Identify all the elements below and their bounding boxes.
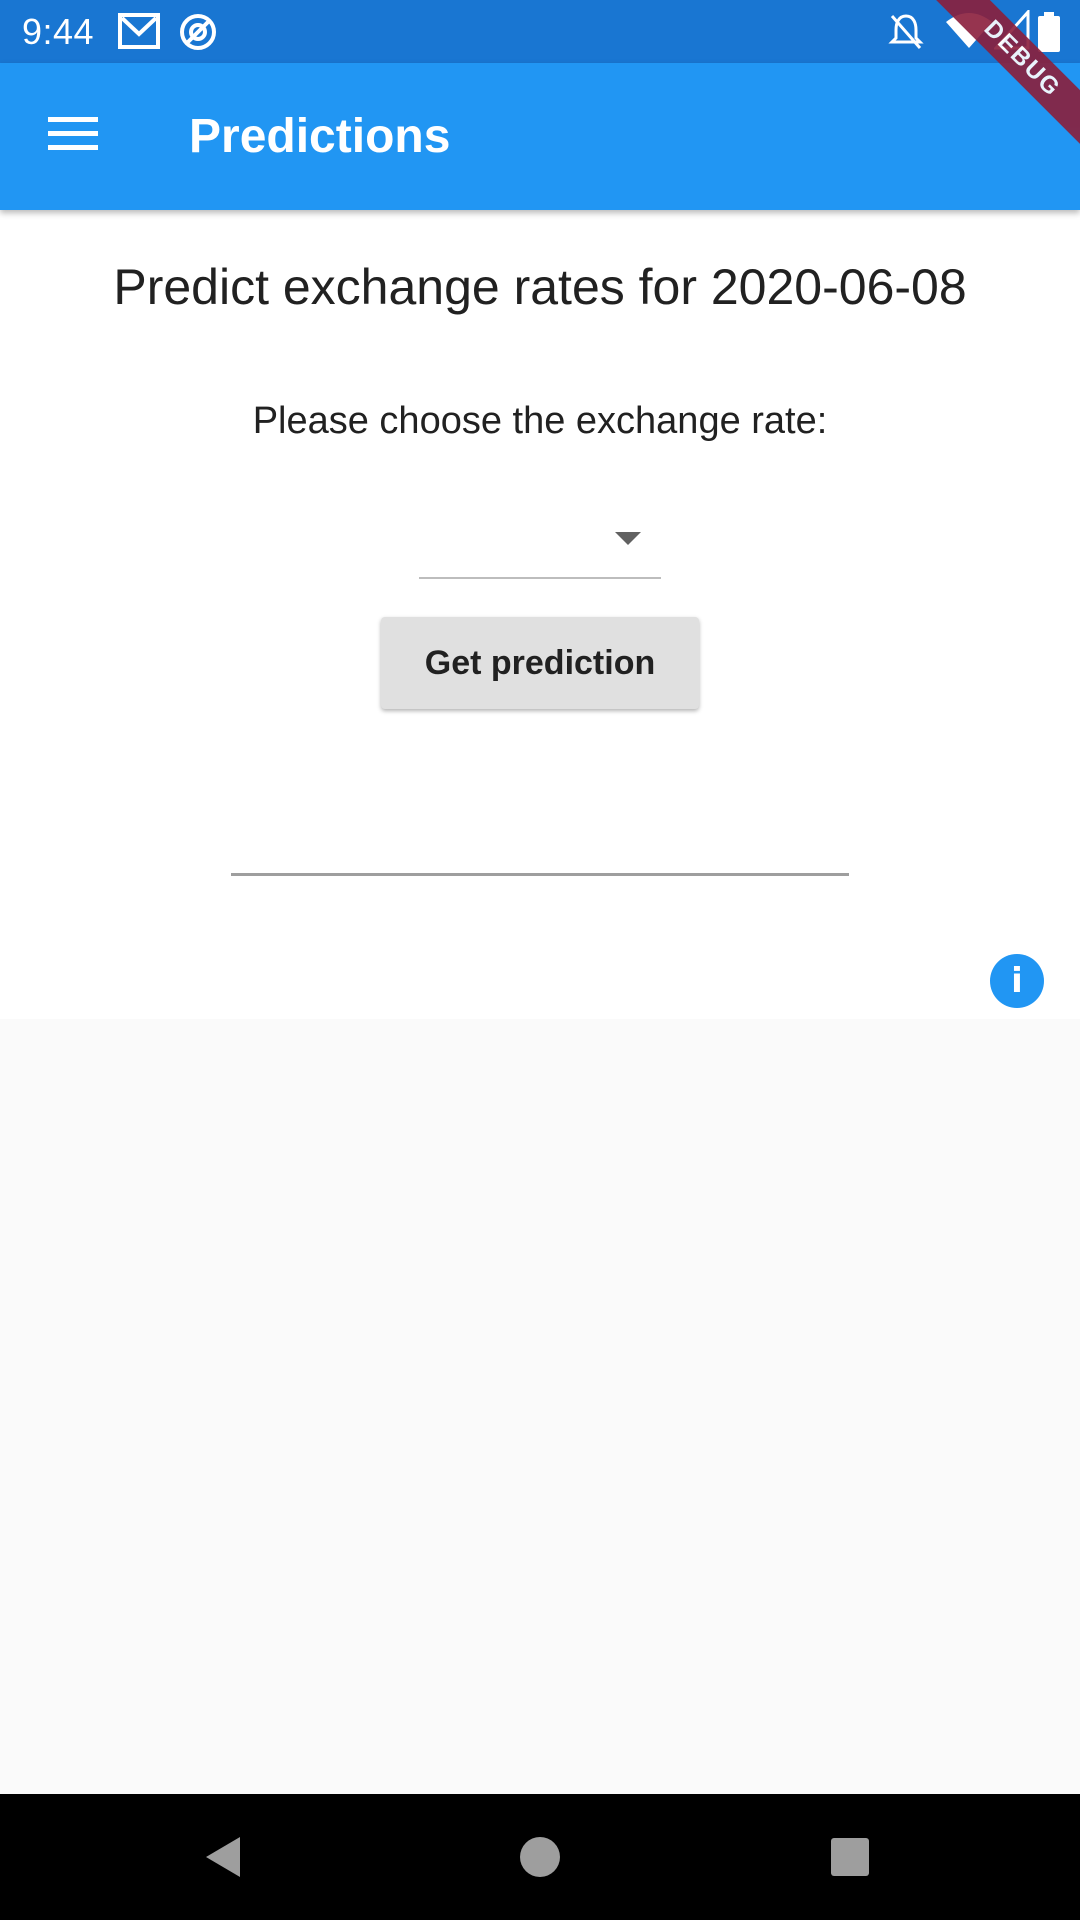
wifi-icon	[946, 10, 992, 55]
back-icon	[196, 1837, 256, 1891]
status-time: 9:44	[22, 11, 95, 52]
notifications-off-icon	[888, 12, 924, 57]
status-bar: 9:44	[0, 0, 1080, 63]
recents-icon	[820, 1838, 880, 1891]
info-button[interactable]: i	[990, 954, 1044, 1008]
app-bar: Predictions	[0, 63, 1080, 210]
main-content: Predict exchange rates for 2020-06-08 Pl…	[0, 210, 1080, 1019]
battery-icon	[1038, 12, 1060, 57]
recents-button[interactable]	[820, 1827, 880, 1887]
navigation-bar	[0, 1794, 1080, 1920]
prediction-heading: Predict exchange rates for 2020-06-08	[113, 259, 967, 315]
menu-button[interactable]	[30, 103, 116, 169]
exchange-rate-dropdown[interactable]	[419, 510, 661, 579]
home-icon	[510, 1837, 570, 1891]
dropdown-arrow-icon	[615, 532, 641, 545]
signal-icon	[992, 8, 1030, 55]
sync-icon	[178, 12, 218, 57]
get-prediction-button[interactable]: Get prediction	[381, 617, 699, 709]
home-button[interactable]	[510, 1827, 570, 1887]
page-title: Predictions	[189, 110, 451, 163]
prediction-result-field[interactable]	[231, 810, 849, 876]
info-icon: i	[1011, 961, 1023, 1001]
back-button[interactable]	[196, 1827, 256, 1887]
gmail-icon	[118, 12, 160, 55]
exchange-rate-prompt: Please choose the exchange rate:	[252, 400, 828, 442]
menu-icon	[48, 116, 98, 156]
